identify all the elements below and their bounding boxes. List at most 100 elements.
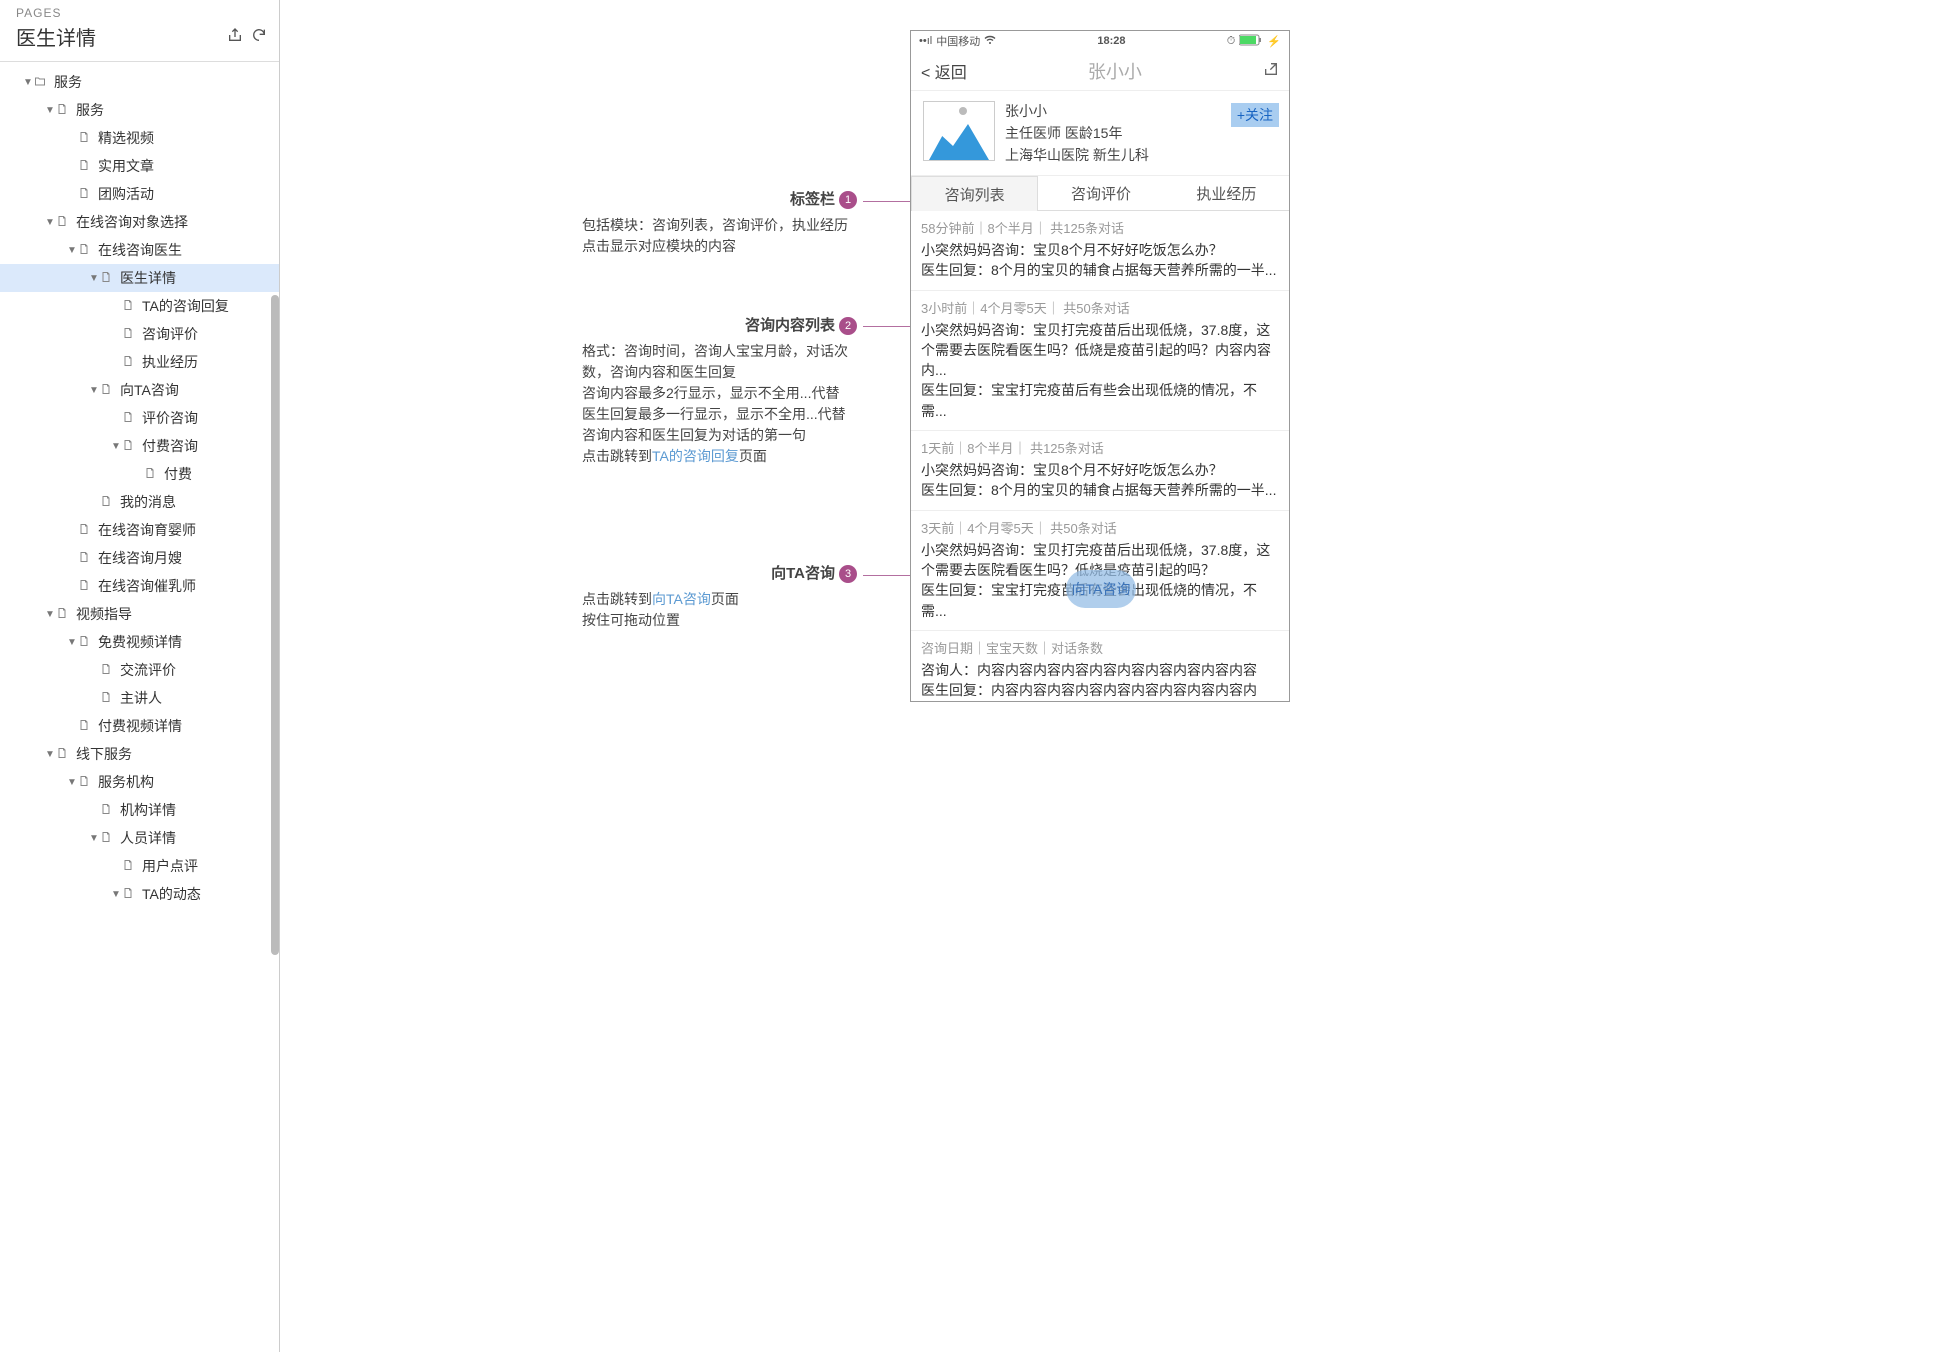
tree-item[interactable]: ▼ 在线咨询医生 [0,236,279,264]
tab-consult-review[interactable]: 咨询评价 [1038,176,1163,211]
tab-consult-list[interactable]: 咨询列表 [911,176,1038,211]
chevron-down-icon[interactable]: ▼ [22,77,34,88]
tree-item-label: 免费视频详情 [98,632,182,652]
page-icon [56,606,70,622]
tree-item-label: 在线咨询医生 [98,240,182,260]
chevron-down-icon[interactable]: ▼ [88,833,100,844]
page-icon [100,662,114,678]
page-icon [144,466,158,482]
tree-item[interactable]: ▼服务机构 [0,768,279,796]
follow-button[interactable]: +关注 [1231,103,1279,127]
tree-item[interactable]: ▼团购活动 [0,180,279,208]
page-icon [78,578,92,594]
item-meta: 咨询日期｜宝宝天数｜对话条数 [921,638,1279,657]
tree-item-label: 在线咨询对象选择 [76,212,188,232]
tree-item[interactable]: ▼执业经历 [0,348,279,376]
tree-item[interactable]: ▼评价咨询 [0,404,279,432]
list-item[interactable]: 1天前｜8个半月｜ 共125条对话小突然妈妈咨询：宝贝8个月不好好吃饭怎么办？医… [911,431,1289,511]
page-icon [78,158,92,174]
tab-career[interactable]: 执业经历 [1164,176,1289,211]
tree-item-label: 在线咨询月嫂 [98,548,182,568]
tree-item[interactable]: ▼ 人员详情 [0,824,279,852]
chevron-down-icon[interactable]: ▼ [44,609,56,620]
share-icon[interactable] [1263,61,1279,80]
tree-item[interactable]: ▼在线咨询催乳师 [0,572,279,600]
canvas: 标签栏1 包括模块：咨询列表，咨询评价，执业经历 点击显示对应模块的内容 咨询内… [280,0,1956,1352]
tree-item[interactable]: ▼ 向TA咨询 [0,376,279,404]
nav-title: 张小小 [1088,58,1142,84]
tree-item[interactable]: ▼在线咨询育婴师 [0,516,279,544]
phone-mockup: ••ıl 中国移动 18:28 ⏱ ⚡ < 返回 张小小 [910,30,1290,702]
chevron-down-icon[interactable]: ▼ [66,245,78,256]
chevron-down-icon[interactable]: ▼ [110,889,122,900]
tree-item[interactable]: ▼实用文章 [0,152,279,180]
tree-item[interactable]: ▼交流评价 [0,656,279,684]
tree-item[interactable]: ▼ 免费视频详情 [0,628,279,656]
tree-item[interactable]: ▼ 视频指导 [0,600,279,628]
item-question: 小突然妈妈咨询：宝贝打完疫苗后出现低烧，37.8度，这个需要去医院看医生吗？低烧… [921,320,1279,381]
tree-item-label: 人员详情 [120,828,176,848]
page-icon [78,634,92,650]
tree-item-label: 向TA咨询 [120,380,179,400]
chevron-down-icon[interactable]: ▼ [110,441,122,452]
tree-item[interactable]: ▼付费 [0,460,279,488]
page-tree: ▼服务▼服务▼精选视频▼实用文章▼团购活动▼在线咨询对象选择▼在线咨询医生▼医生… [0,62,279,1352]
tree-item[interactable]: ▼线下服务 [0,740,279,768]
tree-item[interactable]: ▼机构详情 [0,796,279,824]
tree-item-label: 咨询评价 [142,324,198,344]
tree-item[interactable]: ▼在线咨询月嫂 [0,544,279,572]
refresh-icon[interactable] [251,27,267,46]
tree-item-label: 付费 [164,464,192,484]
page-icon [56,746,70,762]
page-icon [78,774,92,790]
tree-item-label: 服务 [54,72,82,92]
page-icon [100,690,114,706]
tree-item-label: 主讲人 [120,688,162,708]
tree-item[interactable]: ▼付费咨询 [0,432,279,460]
sidebar-header: PAGES 医生详情 [0,0,279,61]
tree-item[interactable]: ▼我的消息 [0,488,279,516]
list-item[interactable]: 3小时前｜4个月零5天｜ 共50条对话小突然妈妈咨询：宝贝打完疫苗后出现低烧，3… [911,291,1289,431]
item-meta: 3天前｜4个月零5天｜ 共50条对话 [921,518,1279,537]
annotation-line-1 [863,201,911,202]
page-icon [122,326,136,342]
tree-item[interactable]: ▼咨询评价 [0,320,279,348]
tree-item[interactable]: ▼TA的咨询回复 [0,292,279,320]
item-meta: 1天前｜8个半月｜ 共125条对话 [921,438,1279,457]
doctor-card: 张小小 主任医师 医龄15年 上海华山医院 新生儿科 +关注 [911,91,1289,175]
page-icon [122,438,136,454]
list-item[interactable]: 咨询日期｜宝宝天数｜对话条数咨询人：内容内容内容内容内容内容内容内容内容内容医生… [911,631,1289,701]
back-button[interactable]: < 返回 [921,59,967,83]
item-reply: 医生回复：宝宝打完疫苗后有些会出现低烧的情况，不需... [921,380,1279,421]
tree-item[interactable]: ▼精选视频 [0,124,279,152]
folder-icon [34,74,48,90]
export-icon[interactable] [227,27,243,46]
tree-item[interactable]: ▼TA的动态 [0,880,279,908]
annotation-2-link[interactable]: TA的咨询回复 [652,448,739,464]
tree-item[interactable]: ▼主讲人 [0,684,279,712]
chevron-down-icon[interactable]: ▼ [44,749,56,760]
tree-item[interactable]: ▼医生详情 [0,264,279,292]
tree-item-label: 视频指导 [76,604,132,624]
chevron-down-icon[interactable]: ▼ [44,105,56,116]
status-bar: ••ıl 中国移动 18:28 ⏱ ⚡ [911,31,1289,51]
tree-item[interactable]: ▼ 服务 [0,68,279,96]
tree-item[interactable]: ▼ 在线咨询对象选择 [0,208,279,236]
annotation-3-link[interactable]: 向TA咨询 [652,591,711,607]
page-icon [78,186,92,202]
tree-item[interactable]: ▼付费视频详情 [0,712,279,740]
tree-item[interactable]: ▼用户点评 [0,852,279,880]
chevron-down-icon[interactable]: ▼ [66,637,78,648]
chevron-down-icon[interactable]: ▼ [88,385,100,396]
list-item[interactable]: 58分钟前｜8个半月｜ 共125条对话小突然妈妈咨询：宝贝8个月不好好吃饭怎么办… [911,211,1289,291]
item-meta: 3小时前｜4个月零5天｜ 共50条对话 [921,298,1279,317]
item-question: 咨询人：内容内容内容内容内容内容内容内容内容内容 [921,660,1279,680]
tree-item[interactable]: ▼服务 [0,96,279,124]
chevron-down-icon[interactable]: ▼ [44,217,56,228]
consult-ta-button[interactable]: 向TA咨询 [1066,570,1136,608]
annotation-3-body: 点击跳转到向TA咨询页面 按住可拖动位置 [582,589,857,631]
page-icon [78,522,92,538]
badge-2: 2 [839,317,857,335]
chevron-down-icon[interactable]: ▼ [66,777,78,788]
chevron-down-icon[interactable]: ▼ [88,273,100,284]
